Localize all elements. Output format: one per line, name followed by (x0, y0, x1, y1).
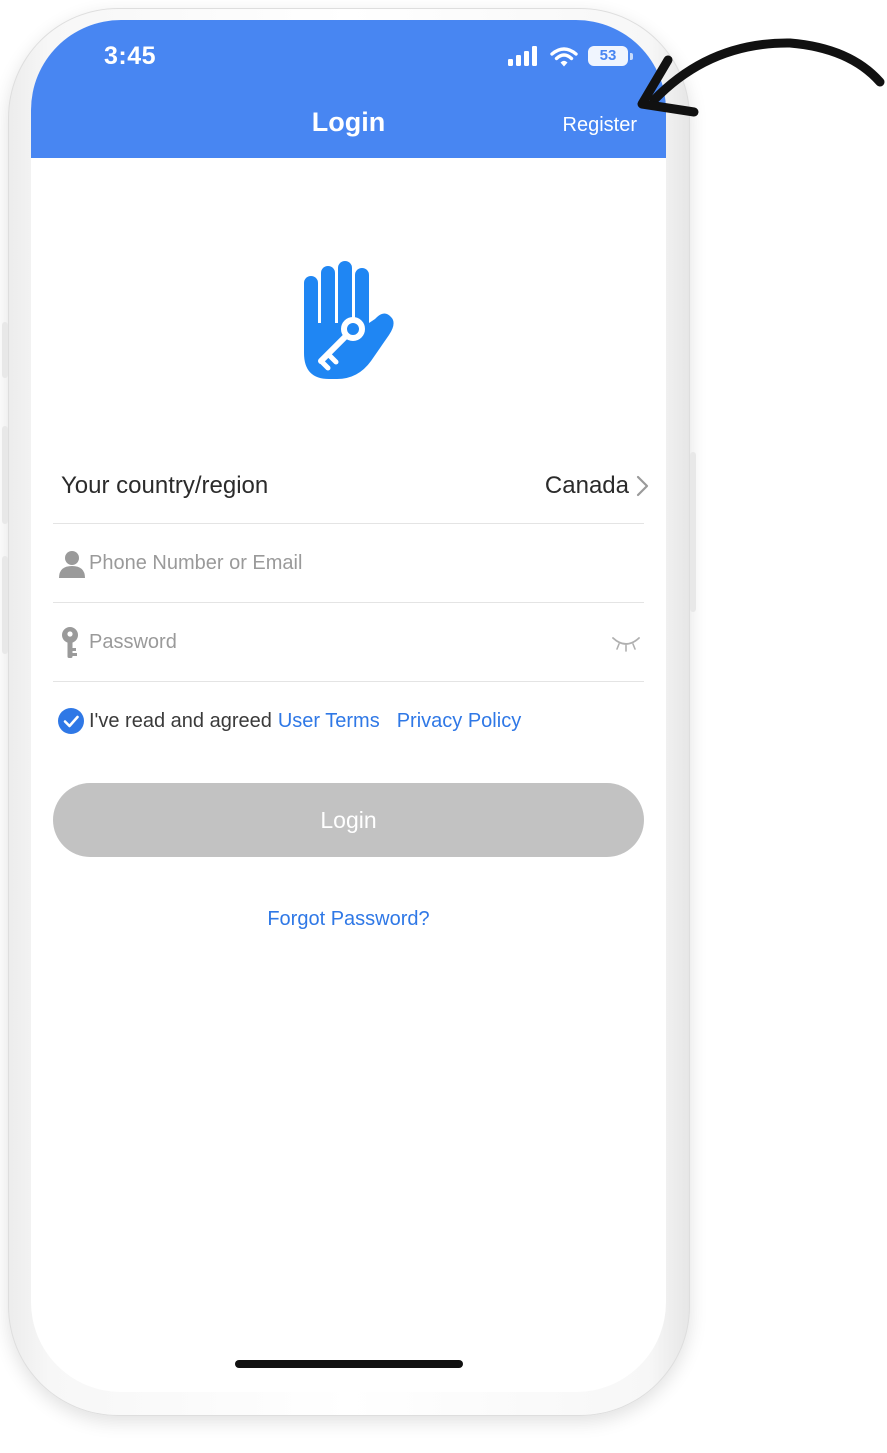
phone-screen: 3:45 53 Login Register Your country/regi… (31, 20, 666, 1392)
power-button (690, 452, 696, 612)
user-terms-link[interactable]: User Terms (278, 710, 380, 733)
phone-email-input[interactable] (89, 546, 569, 580)
chevron-right-icon (636, 475, 649, 497)
country-region-row[interactable]: Your country/region Canada (53, 450, 649, 524)
volume-up-button (2, 426, 8, 524)
country-value: Canada (544, 472, 629, 499)
password-row (53, 603, 644, 682)
battery-level: 53 (599, 47, 617, 64)
mute-switch (2, 322, 8, 378)
hand-key-icon (304, 261, 394, 379)
signal-icon (508, 46, 537, 66)
header-bar: 3:45 53 Login Register (31, 20, 666, 158)
annotation-arrow-icon (637, 38, 885, 117)
screenshot-stage: 3:45 53 Login Register Your country/regi… (0, 0, 887, 1453)
status-icons: 53 (508, 44, 633, 68)
login-button[interactable]: Login (53, 783, 644, 857)
wifi-icon (550, 46, 578, 66)
forgot-password-link[interactable]: Forgot Password? (267, 908, 429, 930)
checkmark-circle-icon[interactable] (58, 708, 84, 734)
volume-down-button (2, 556, 8, 654)
eye-closed-icon[interactable] (611, 632, 641, 654)
register-button[interactable]: Register (563, 114, 637, 137)
agreement-text: I've read and agreed (89, 709, 272, 732)
user-icon (59, 551, 85, 578)
agreement-row: I've read and agreed User Terms Privacy … (58, 706, 521, 736)
battery-icon: 53 (588, 46, 633, 66)
country-label: Your country/region (61, 472, 269, 499)
password-input[interactable] (89, 625, 569, 659)
key-icon (62, 627, 78, 658)
status-time: 3:45 (104, 42, 157, 70)
forgot-password-container: Forgot Password? (31, 908, 666, 931)
home-indicator (235, 1360, 463, 1368)
phone-email-row (53, 524, 644, 603)
privacy-policy-link[interactable]: Privacy Policy (397, 710, 521, 733)
